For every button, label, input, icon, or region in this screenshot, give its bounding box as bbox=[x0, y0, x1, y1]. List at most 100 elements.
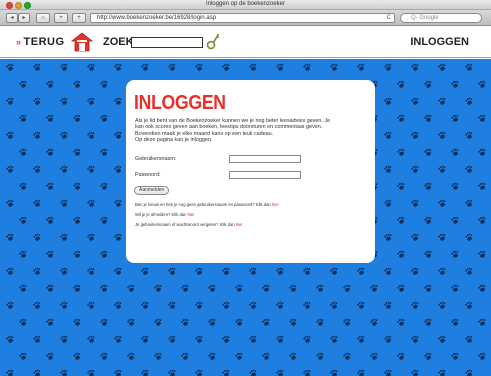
paw-print bbox=[289, 284, 297, 292]
paw-print bbox=[316, 318, 324, 326]
paw-print bbox=[114, 301, 122, 309]
paw-print bbox=[73, 216, 81, 224]
back-button[interactable]: ◂ bbox=[6, 13, 18, 23]
paw-print bbox=[438, 233, 446, 241]
home-button[interactable]: ⌂ bbox=[36, 13, 50, 23]
paw-print bbox=[303, 301, 311, 309]
paw-print bbox=[33, 63, 41, 71]
paw-print bbox=[370, 318, 378, 326]
paw-print bbox=[100, 284, 108, 292]
paw-print bbox=[73, 318, 81, 326]
paw-print bbox=[73, 80, 81, 88]
password-field[interactable] bbox=[229, 171, 301, 179]
paw-print bbox=[465, 233, 473, 241]
window-title: Inloggen op de boekenzoeker bbox=[205, 1, 286, 7]
paw-print bbox=[438, 267, 446, 275]
url-field[interactable]: http://www.boekenzoeker.be/16928/login.a… bbox=[90, 13, 395, 23]
logout-link[interactable]: hier bbox=[188, 212, 195, 217]
back-link[interactable]: » TERUG bbox=[16, 36, 65, 48]
paw-print bbox=[154, 352, 162, 360]
paw-print bbox=[114, 335, 122, 343]
site-search-input[interactable] bbox=[131, 37, 203, 48]
paw-print bbox=[424, 182, 432, 190]
paw-print bbox=[478, 216, 486, 224]
paw-print bbox=[357, 267, 365, 275]
paw-print bbox=[100, 216, 108, 224]
paw-print bbox=[357, 301, 365, 309]
paw-print bbox=[114, 97, 122, 105]
paw-print bbox=[303, 63, 311, 71]
paw-print bbox=[6, 199, 14, 207]
paw-print bbox=[19, 114, 27, 122]
paw-print bbox=[19, 352, 27, 360]
register-link[interactable]: hier bbox=[272, 202, 279, 207]
username-field[interactable] bbox=[229, 155, 301, 163]
paw-print bbox=[276, 267, 284, 275]
paw-print bbox=[222, 301, 230, 309]
paw-print bbox=[19, 318, 27, 326]
paw-print bbox=[60, 97, 68, 105]
paw-print bbox=[60, 301, 68, 309]
paw-print bbox=[424, 352, 432, 360]
paw-print bbox=[384, 233, 392, 241]
paw-print bbox=[465, 301, 473, 309]
paw-print bbox=[6, 369, 14, 376]
paw-print bbox=[195, 335, 203, 343]
paw-print bbox=[465, 97, 473, 105]
forgot-password-link[interactable]: hier bbox=[236, 222, 243, 227]
paw-print bbox=[73, 284, 81, 292]
paw-print bbox=[249, 301, 257, 309]
login-nav-link[interactable]: INLOGGEN bbox=[410, 36, 469, 48]
paw-print bbox=[438, 369, 446, 376]
paw-print bbox=[249, 335, 257, 343]
paw-print bbox=[100, 250, 108, 258]
paw-print bbox=[397, 284, 405, 292]
paw-print bbox=[222, 63, 230, 71]
paw-print bbox=[33, 301, 41, 309]
paw-print bbox=[154, 284, 162, 292]
paw-print bbox=[397, 216, 405, 224]
paw-print bbox=[6, 63, 14, 71]
paw-print bbox=[397, 250, 405, 258]
paw-print bbox=[262, 284, 270, 292]
paw-print bbox=[73, 250, 81, 258]
site-header: » TERUG ZOEK INLOGGEN bbox=[0, 27, 491, 58]
paw-print bbox=[330, 301, 338, 309]
paw-print bbox=[465, 63, 473, 71]
add-bookmark-button[interactable]: + bbox=[72, 13, 86, 23]
paw-print bbox=[262, 352, 270, 360]
paw-print bbox=[384, 267, 392, 275]
browser-search-field[interactable]: Q- Google bbox=[400, 13, 482, 23]
paw-print bbox=[6, 131, 14, 139]
paw-print bbox=[222, 335, 230, 343]
paw-print bbox=[6, 165, 14, 173]
paw-print bbox=[208, 284, 216, 292]
paw-print bbox=[451, 250, 459, 258]
paw-print bbox=[289, 352, 297, 360]
paw-print bbox=[451, 182, 459, 190]
key-icon[interactable] bbox=[206, 32, 220, 50]
paw-print bbox=[87, 267, 95, 275]
paw-print bbox=[195, 301, 203, 309]
paw-print bbox=[451, 80, 459, 88]
paw-print bbox=[357, 369, 365, 376]
login-submit-button[interactable]: Aanmelden bbox=[134, 186, 170, 195]
paw-print bbox=[478, 148, 486, 156]
paw-print bbox=[465, 165, 473, 173]
paw-print bbox=[316, 352, 324, 360]
paw-print bbox=[249, 63, 257, 71]
paw-print bbox=[60, 165, 68, 173]
home-house-icon[interactable] bbox=[71, 32, 93, 52]
reload-icon[interactable]: C bbox=[387, 15, 391, 21]
paw-print bbox=[411, 199, 419, 207]
forward-button[interactable]: ▸ bbox=[18, 13, 30, 23]
paw-print bbox=[235, 284, 243, 292]
bookmark-button[interactable]: + bbox=[54, 13, 68, 23]
paw-print bbox=[6, 335, 14, 343]
paw-print bbox=[411, 63, 419, 71]
paw-print bbox=[127, 284, 135, 292]
intro-line-4: Op deze pagina kan je inloggen. bbox=[135, 137, 213, 144]
register-help-text: Ben je nieuw en heb je nog geen gebruike… bbox=[135, 202, 272, 207]
paw-print bbox=[181, 318, 189, 326]
paw-print bbox=[87, 369, 95, 376]
